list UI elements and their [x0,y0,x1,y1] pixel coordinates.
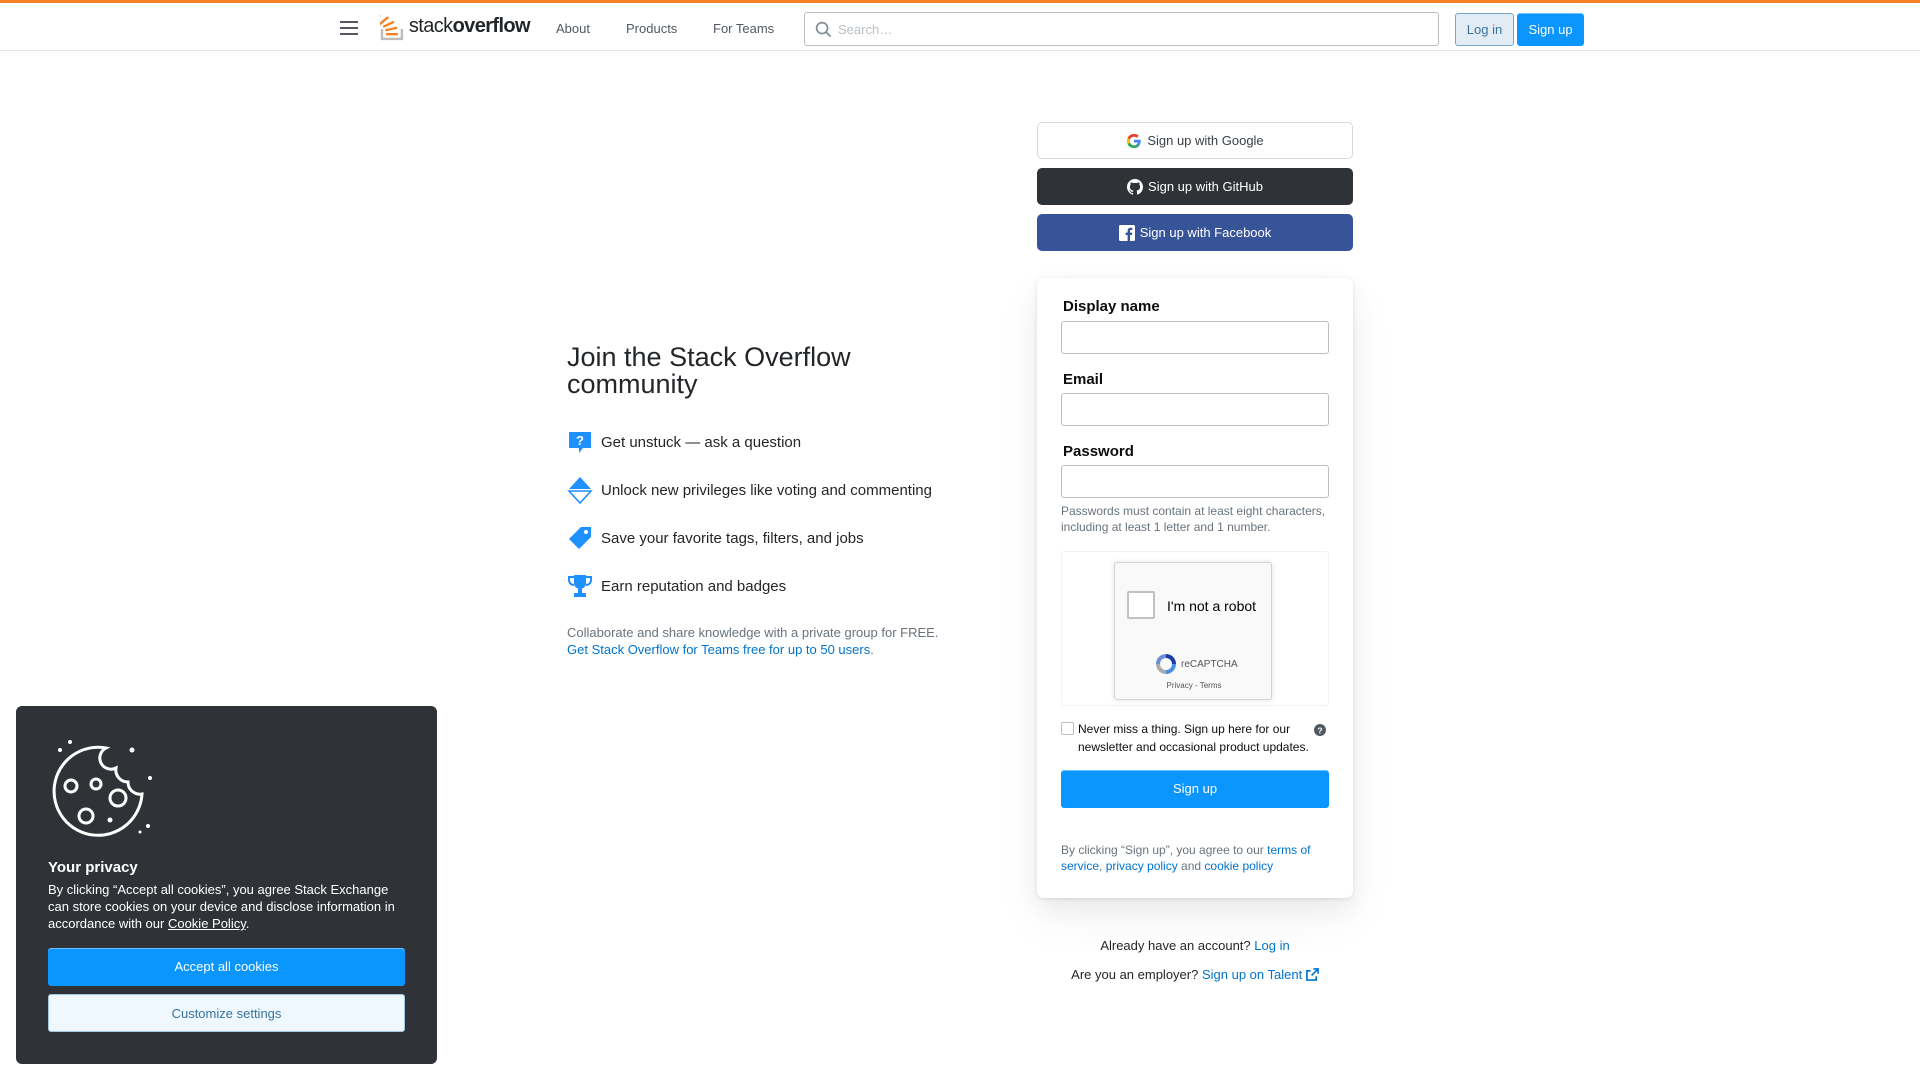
captcha-container: I'm not a robot reCAPTCHA Privacy - Term… [1061,551,1329,706]
newsletter-checkbox[interactable] [1061,722,1074,735]
github-icon [1127,178,1144,195]
teams-link[interactable]: Get Stack Overflow for Teams free for up… [567,642,870,657]
cookie-icon [52,740,152,837]
cookie-policy-link[interactable]: cookie policy [1204,859,1273,873]
employer-text: Are you an employer? [1071,967,1199,982]
employer-signup: Are you an employer? Sign up on Talent [1037,967,1353,982]
logo-wordmark: stackoverflow [408,14,531,37]
facebook-icon [1118,224,1135,241]
external-link-icon [1305,968,1319,981]
email-label: Email [1063,371,1104,388]
signup-facebook-button[interactable]: Sign up with Facebook [1037,214,1353,251]
cookie-body-end: . [245,916,250,931]
nav-about[interactable]: About [556,21,590,36]
search-input[interactable] [838,19,1428,39]
feature-item: Earn reputation and badges [567,572,786,600]
recaptcha-brand: reCAPTCHA [1181,659,1238,670]
terms-and: and [1177,859,1205,873]
password-input[interactable] [1061,465,1329,498]
password-hint: Passwords must contain at least eight ch… [1061,504,1326,534]
newsletter-label: Never miss a thing. Sign up here for our… [1078,722,1309,754]
recaptcha-links[interactable]: Privacy - Terms [1115,681,1273,690]
feature-item: Unlock new privileges like voting and co… [567,476,932,504]
cookie-banner-body: By clicking “Accept all cookies”, you ag… [48,881,408,932]
nav-for-teams[interactable]: For Teams [713,21,774,36]
cookie-consent-banner: Your privacy By clicking “Accept all coo… [16,706,437,1064]
signup-form: Display name Email Password Passwords mu… [1037,278,1353,898]
feature-text: Get unstuck — ask a question [601,433,802,451]
terms-separator: , [1099,859,1106,873]
display-name-input[interactable] [1061,321,1329,354]
question-bubble-icon: ? [567,429,593,455]
help-icon[interactable]: ? [1314,724,1326,736]
feature-item: ? Get unstuck — ask a question [567,428,801,456]
cookie-banner-title: Your privacy [48,859,138,876]
nav-products[interactable]: Products [626,21,677,36]
password-label: Password [1063,443,1134,460]
top-bar: stackoverflow About Products For Teams L… [0,0,1920,51]
teams-note-text: Collaborate and share knowledge with a p… [567,625,939,640]
display-name-label: Display name [1063,298,1160,315]
feature-item: Save your favorite tags, filters, and jo… [567,524,864,552]
search-box [804,12,1439,46]
vote-arrows-icon [567,477,593,504]
signup-google-label: Sign up with Google [1147,133,1264,148]
teams-note: Collaborate and share knowledge with a p… [567,624,967,658]
feature-text: Earn reputation and badges [601,577,787,595]
recaptcha-label: I'm not a robot [1167,598,1257,614]
login-button[interactable]: Log in [1455,13,1514,46]
already-have-account-text: Already have an account? [1100,938,1251,953]
cookie-policy-banner-link[interactable]: Cookie Policy [168,916,246,931]
customize-settings-button[interactable]: Customize settings [48,994,405,1032]
stackoverflow-logo[interactable]: stackoverflow [380,10,531,42]
footer-login-link[interactable]: Log in [1254,938,1289,953]
tag-icon [567,525,593,551]
recaptcha-logo-icon [1156,654,1176,674]
page-title: Join the Stack Overflow community [567,342,851,399]
signup-facebook-label: Sign up with Facebook [1139,225,1272,240]
feature-text: Save your favorite tags, filters, and jo… [601,529,864,547]
signup-submit-button[interactable]: Sign up [1061,770,1329,808]
teams-link-period: . [870,642,874,657]
privacy-policy-link[interactable]: privacy policy [1106,859,1178,873]
trophy-icon [567,573,593,599]
recaptcha-checkbox[interactable] [1127,591,1155,619]
svg-text:?: ? [1317,725,1322,735]
hamburger-menu-icon[interactable] [340,21,358,35]
google-icon [1126,133,1142,149]
signup-github-button[interactable]: Sign up with GitHub [1037,168,1353,205]
stack-logo-icon [380,14,404,41]
terms-prefix: By clicking “Sign up”, you agree to our [1061,843,1268,857]
signup-google-button[interactable]: Sign up with Google [1037,122,1353,159]
signup-button-header[interactable]: Sign up [1517,13,1584,46]
terms-notice: By clicking “Sign up”, you agree to our … [1061,842,1331,874]
feature-text: Unlock new privileges like voting and co… [601,481,932,499]
svg-text:?: ? [576,433,584,448]
already-have-account: Already have an account? Log in [1037,938,1353,953]
talent-signup-link[interactable]: Sign up on Talent [1202,967,1302,982]
accept-all-cookies-button[interactable]: Accept all cookies [48,948,405,986]
search-icon [815,21,832,38]
signup-github-label: Sign up with GitHub [1148,179,1263,194]
email-input[interactable] [1061,393,1329,426]
recaptcha-widget: I'm not a robot reCAPTCHA Privacy - Term… [1114,562,1272,700]
